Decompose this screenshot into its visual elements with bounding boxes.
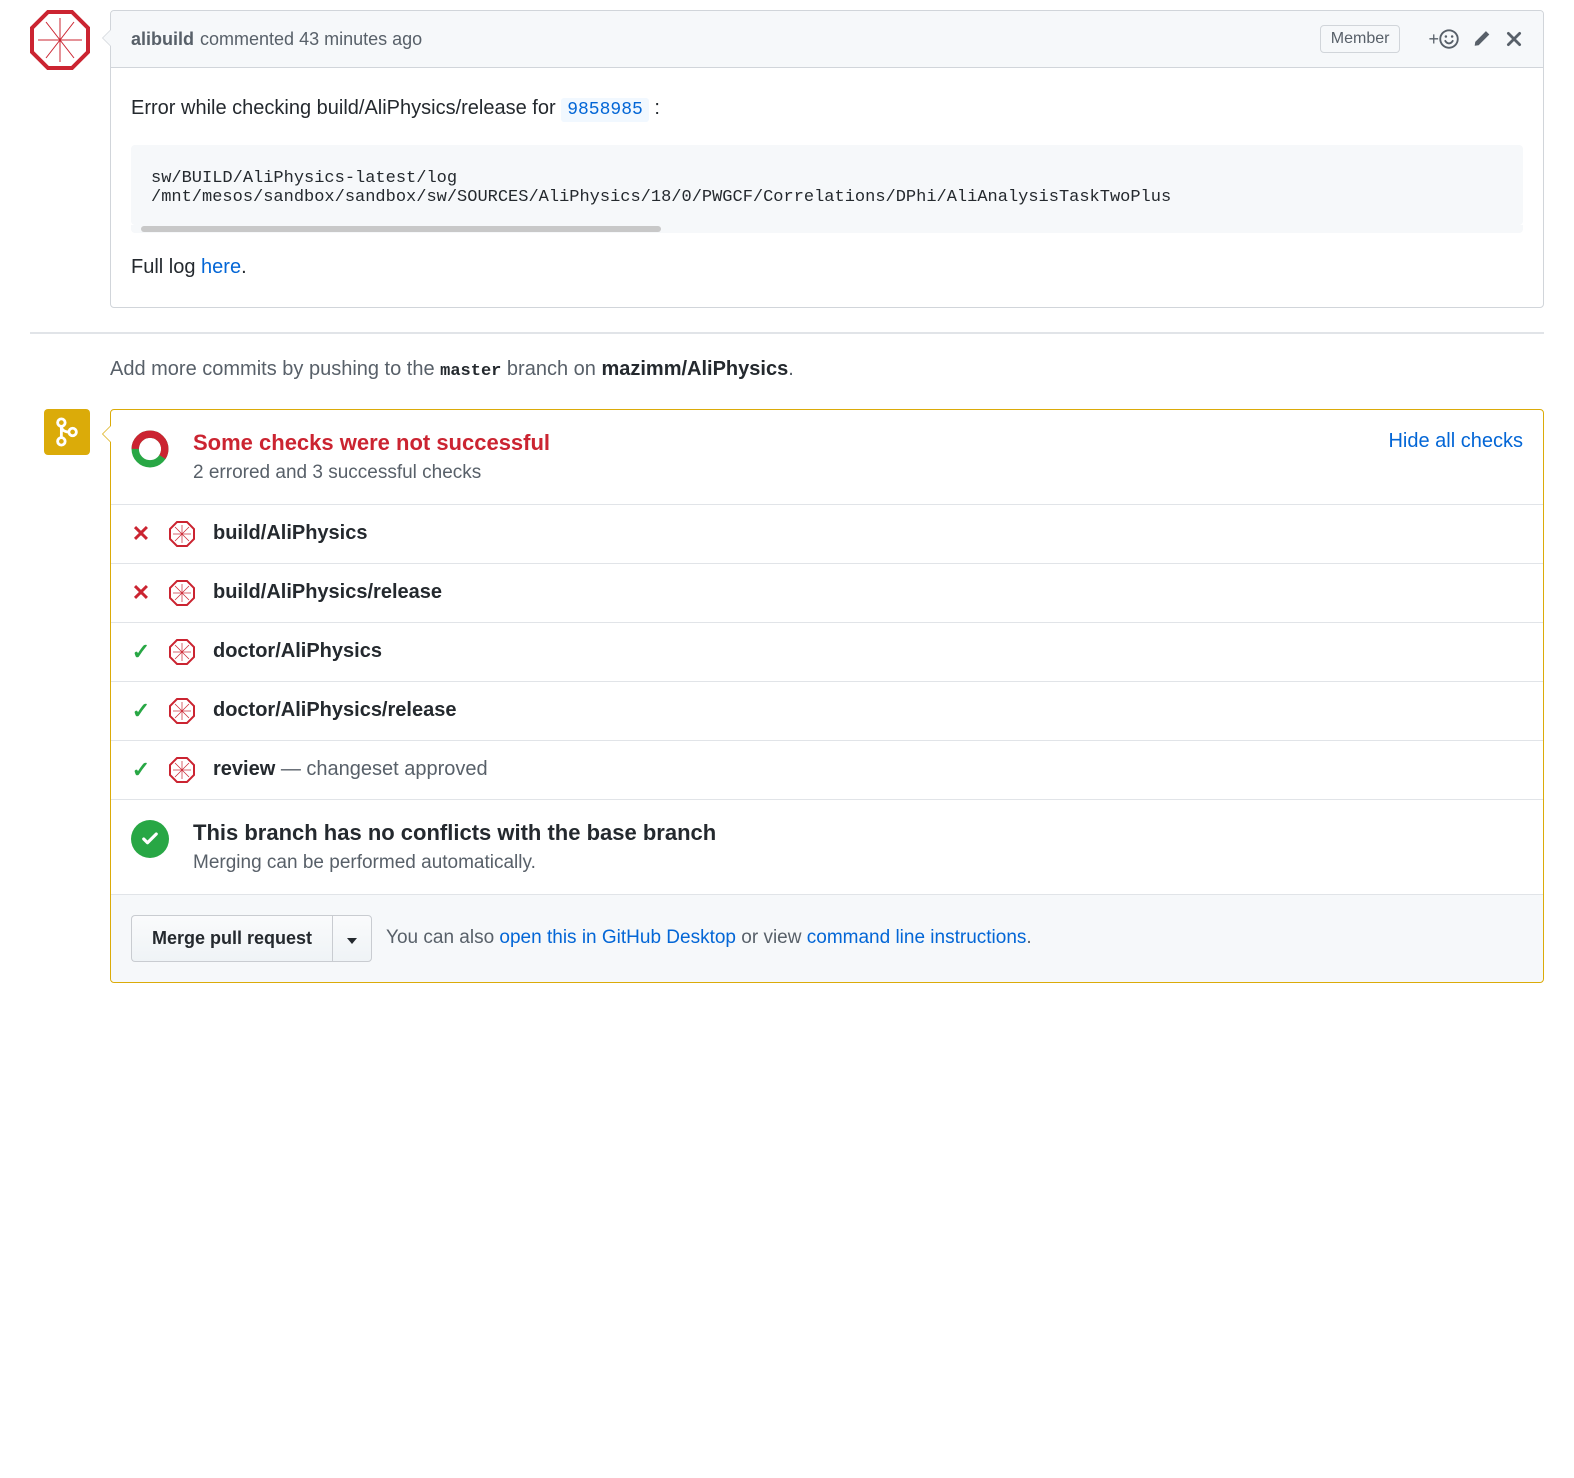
check-note: — changeset approved [275,758,487,780]
caret-down-icon [347,938,357,944]
provider-icon [169,757,195,783]
check-name: doctor/AliPhysics [213,640,382,663]
check-list: ✕ build/AliPhysics ✕ build/AliPhysics/re… [111,504,1543,799]
code-content: sw/BUILD/AliPhysics-latest/log /mnt/meso… [131,145,1523,225]
close-comment-button[interactable] [1505,30,1523,48]
check-item: ✓ doctor/AliPhysics [111,622,1543,681]
checks-title: Some checks were not successful [193,430,1368,456]
conflict-title: This branch has no conflicts with the ba… [193,820,716,846]
check-item: ✕ build/AliPhysics/release [111,563,1543,622]
provider-icon [169,580,195,606]
push-hint: Add more commits by pushing to the maste… [110,354,1544,381]
merge-dropdown-button[interactable] [332,915,372,962]
status-fail-icon: ✕ [131,580,151,606]
full-log-line: Full log here. [131,251,1523,283]
merge-button-group: Merge pull request [131,915,372,962]
status-fail-icon: ✕ [131,521,151,547]
comment-body: Error while checking build/AliPhysics/re… [111,68,1543,307]
repo-name: mazimm/AliPhysics [601,358,788,380]
check-name: review [213,758,275,780]
member-badge: Member [1320,25,1401,53]
merge-action-row: Merge pull request You can also open thi… [111,894,1543,982]
speech-arrow [102,29,111,47]
check-name: doctor/AliPhysics/release [213,699,456,722]
comment-author[interactable]: alibuild [131,29,194,50]
status-pass-icon: ✓ [131,698,151,724]
separator [30,332,1544,334]
merge-pull-request-button[interactable]: Merge pull request [131,915,332,962]
check-item: ✓ review — changeset approved [111,740,1543,799]
git-merge-icon [44,409,90,455]
avatar-alibuild[interactable] [30,10,90,70]
provider-icon [169,521,195,547]
check-name: build/AliPhysics [213,522,367,545]
comment-text: Error while checking build/AliPhysics/re… [131,92,1523,125]
comment-timestamp[interactable]: 43 minutes ago [299,29,422,50]
conflict-subtitle: Merging can be performed automatically. [193,852,716,874]
horizontal-scrollbar[interactable] [131,225,1523,233]
checks-subtitle: 2 errored and 3 successful checks [193,462,1368,484]
hide-checks-link[interactable]: Hide all checks [1388,430,1523,453]
avatar-column [30,10,90,308]
provider-icon [169,639,195,665]
command-line-link[interactable]: command line instructions [807,927,1027,948]
branch-name: master [440,362,501,381]
merge-panel: Some checks were not successful 2 errore… [110,409,1544,983]
check-name: build/AliPhysics/release [213,581,442,604]
panel-arrow [102,425,111,443]
comment-block: alibuild commented 43 minutes ago Member… [30,10,1544,308]
comment-verb: commented [200,29,299,50]
provider-icon [169,698,195,724]
checks-summary: Some checks were not successful 2 errore… [111,410,1543,504]
add-reaction-button[interactable]: + [1428,29,1459,50]
open-desktop-link[interactable]: open this in GitHub Desktop [499,927,736,948]
comment-container: alibuild commented 43 minutes ago Member… [110,10,1544,308]
full-log-link[interactable]: here [201,256,241,278]
status-pass-icon: ✓ [131,757,151,783]
success-check-icon [131,820,169,858]
merge-icon-column [30,409,90,983]
check-item: ✕ build/AliPhysics [111,505,1543,563]
check-item: ✓ doctor/AliPhysics/release [111,681,1543,740]
conflict-status: This branch has no conflicts with the ba… [111,799,1543,894]
merge-status-block: Some checks were not successful 2 errore… [30,409,1544,983]
merge-alt-text: You can also open this in GitHub Desktop… [386,927,1032,949]
edit-comment-button[interactable] [1473,30,1491,48]
commit-sha-link[interactable]: 9858985 [561,98,649,122]
comment-header: alibuild commented 43 minutes ago Member… [111,11,1543,68]
status-donut-icon [131,430,169,468]
status-pass-icon: ✓ [131,639,151,665]
code-block: sw/BUILD/AliPhysics-latest/log /mnt/meso… [131,145,1523,233]
